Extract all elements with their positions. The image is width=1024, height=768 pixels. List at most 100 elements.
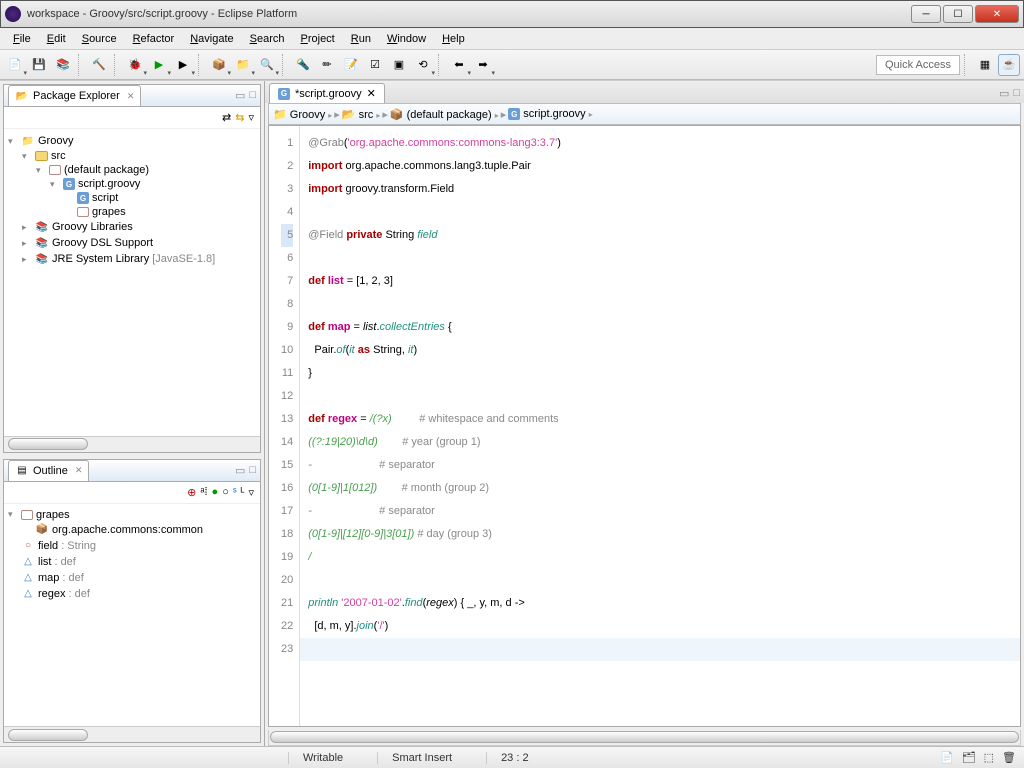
breadcrumb-item[interactable]: 📂 src ▸ bbox=[342, 108, 381, 121]
outline-item[interactable]: ○field : String bbox=[6, 538, 258, 554]
editor-tab-label: *script.groovy bbox=[295, 88, 362, 100]
status-insert: Smart Insert bbox=[377, 752, 466, 764]
new-class-button[interactable]: 📦 bbox=[208, 54, 230, 76]
open-type-button[interactable]: 🔍 bbox=[256, 54, 278, 76]
breadcrumb-item[interactable]: 📁 Groovy ▸ bbox=[273, 108, 332, 121]
search-button[interactable]: 🔦 bbox=[292, 54, 314, 76]
minimize-view-icon[interactable]: ▭ bbox=[235, 464, 245, 477]
outline-item[interactable]: △map : def bbox=[6, 570, 258, 586]
save-all-button[interactable]: 📚 bbox=[52, 54, 74, 76]
maximize-button[interactable]: ☐ bbox=[943, 5, 973, 23]
menu-run[interactable]: Run bbox=[344, 30, 378, 48]
main-toolbar: 📄 💾 📚 🔨 🐞 ▶ ▶ 📦 📁 🔍 🔦 ✏ 📝 ☑ ▣ ⟲ ⬅ ➡ Quic… bbox=[0, 50, 1024, 80]
filter-icon[interactable]: ᵃ⁞ bbox=[200, 486, 207, 498]
breadcrumb-bar[interactable]: 📁 Groovy ▸▸📂 src ▸▸📦 (default package) ▸… bbox=[268, 103, 1021, 125]
mark-button[interactable]: ✏ bbox=[316, 54, 338, 76]
hide-nonpublic-icon[interactable]: ˢ bbox=[233, 486, 237, 498]
hide-static-icon[interactable]: ○ bbox=[222, 486, 229, 498]
task-button[interactable]: ☑ bbox=[364, 54, 386, 76]
open-perspective-icon[interactable]: ▦ bbox=[974, 54, 996, 76]
debug-button[interactable]: 🐞 bbox=[124, 54, 146, 76]
status-icon[interactable]: 🗑 bbox=[1002, 751, 1016, 764]
horizontal-scrollbar[interactable] bbox=[4, 436, 260, 452]
title-bar: workspace - Groovy/src/script.groovy - E… bbox=[0, 0, 1024, 28]
java-perspective-icon[interactable]: ☕ bbox=[998, 54, 1020, 76]
line-number-gutter: 1234567891011121314151617181920212223 bbox=[269, 126, 300, 726]
editor-tab[interactable]: G *script.groovy ✕ bbox=[269, 83, 385, 103]
status-writable: Writable bbox=[288, 752, 357, 764]
eclipse-icon bbox=[5, 6, 21, 22]
status-icon[interactable]: ⬚ bbox=[984, 751, 994, 764]
window-title: workspace - Groovy/src/script.groovy - E… bbox=[27, 8, 911, 20]
outline-tree[interactable]: ▾grapes📦org.apache.commons:common○field … bbox=[4, 504, 260, 726]
view-menu-icon[interactable]: ▿ bbox=[248, 111, 254, 124]
new-button[interactable]: 📄 bbox=[4, 54, 26, 76]
maximize-view-icon[interactable]: □ bbox=[249, 464, 256, 477]
tree-item[interactable]: ▾📁Groovy bbox=[6, 133, 258, 149]
menu-search[interactable]: Search bbox=[243, 30, 292, 48]
outline-item[interactable]: 📦org.apache.commons:common bbox=[6, 522, 258, 538]
package-explorer-tree[interactable]: ▾📁Groovy▾src▾(default package)▾Gscript.g… bbox=[4, 129, 260, 436]
tree-item[interactable]: ▸📚Groovy Libraries bbox=[6, 219, 258, 235]
minimize-button[interactable]: ─ bbox=[911, 5, 941, 23]
maximize-editor-icon[interactable]: □ bbox=[1013, 87, 1020, 100]
package-explorer-tab[interactable]: 📂 Package Explorer ✕ bbox=[8, 85, 141, 106]
status-icon[interactable]: 📄 bbox=[940, 751, 954, 764]
menu-edit[interactable]: Edit bbox=[40, 30, 73, 48]
tree-item[interactable]: ▾Gscript.groovy bbox=[6, 177, 258, 191]
perspective-button[interactable]: ⟲ bbox=[412, 54, 434, 76]
outline-item[interactable]: ▾grapes bbox=[6, 508, 258, 522]
package-explorer-icon: 📂 bbox=[15, 89, 29, 103]
code-editor[interactable]: 1234567891011121314151617181920212223 @G… bbox=[268, 125, 1021, 727]
tree-item[interactable]: grapes bbox=[6, 205, 258, 219]
run-button[interactable]: ▶ bbox=[148, 54, 170, 76]
back-button[interactable]: ⬅ bbox=[448, 54, 470, 76]
sort-icon[interactable]: ⊕ bbox=[187, 486, 196, 499]
run-last-button[interactable]: ▶ bbox=[172, 54, 194, 76]
breadcrumb-item[interactable]: G script.groovy ▸ bbox=[508, 108, 592, 121]
breadcrumb-item[interactable]: 📦 (default package) ▸ bbox=[390, 108, 499, 121]
close-icon[interactable]: ✕ bbox=[127, 91, 135, 102]
outline-icon: ▤ bbox=[15, 464, 29, 478]
groovy-file-icon: G bbox=[278, 88, 290, 100]
close-button[interactable]: ✕ bbox=[975, 5, 1019, 23]
view-menu-icon[interactable]: ▿ bbox=[248, 486, 254, 499]
build-button[interactable]: 🔨 bbox=[88, 54, 110, 76]
menu-window[interactable]: Window bbox=[380, 30, 433, 48]
toggle-button[interactable]: ▣ bbox=[388, 54, 410, 76]
tree-item[interactable]: Gscript bbox=[6, 191, 258, 205]
forward-button[interactable]: ➡ bbox=[472, 54, 494, 76]
outline-tab[interactable]: ▤ Outline ✕ bbox=[8, 460, 89, 481]
annotate-button[interactable]: 📝 bbox=[340, 54, 362, 76]
save-button[interactable]: 💾 bbox=[28, 54, 50, 76]
new-package-button[interactable]: 📁 bbox=[232, 54, 254, 76]
minimize-view-icon[interactable]: ▭ bbox=[235, 89, 245, 102]
link-editor-icon[interactable]: ⇆ bbox=[235, 111, 244, 124]
status-icon[interactable]: 🗂 bbox=[962, 751, 976, 764]
menu-navigate[interactable]: Navigate bbox=[183, 30, 240, 48]
package-explorer-label: Package Explorer bbox=[33, 90, 120, 102]
outline-label: Outline bbox=[33, 465, 68, 477]
menu-help[interactable]: Help bbox=[435, 30, 472, 48]
maximize-view-icon[interactable]: □ bbox=[249, 89, 256, 102]
close-icon[interactable]: ✕ bbox=[367, 87, 376, 100]
menu-refactor[interactable]: Refactor bbox=[126, 30, 182, 48]
code-area[interactable]: @Grab('org.apache.commons:commons-lang3:… bbox=[300, 126, 1020, 726]
tree-item[interactable]: ▸📚Groovy DSL Support bbox=[6, 235, 258, 251]
minimize-editor-icon[interactable]: ▭ bbox=[999, 87, 1009, 100]
tree-item[interactable]: ▾(default package) bbox=[6, 163, 258, 177]
hide-local-icon[interactable]: ᴸ bbox=[241, 486, 245, 498]
menu-source[interactable]: Source bbox=[75, 30, 124, 48]
tree-item[interactable]: ▾src bbox=[6, 149, 258, 163]
menu-file[interactable]: File bbox=[6, 30, 38, 48]
quick-access[interactable]: Quick Access bbox=[876, 55, 960, 75]
outline-item[interactable]: △regex : def bbox=[6, 586, 258, 602]
collapse-all-icon[interactable]: ⇄ bbox=[222, 111, 231, 124]
hide-fields-icon[interactable]: ● bbox=[212, 486, 219, 498]
menu-project[interactable]: Project bbox=[294, 30, 342, 48]
outline-item[interactable]: △list : def bbox=[6, 554, 258, 570]
tree-item[interactable]: ▸📚JRE System Library [JavaSE-1.8] bbox=[6, 251, 258, 267]
horizontal-scrollbar[interactable] bbox=[4, 726, 260, 742]
close-icon[interactable]: ✕ bbox=[75, 465, 83, 476]
editor-horizontal-scrollbar[interactable] bbox=[268, 730, 1021, 746]
